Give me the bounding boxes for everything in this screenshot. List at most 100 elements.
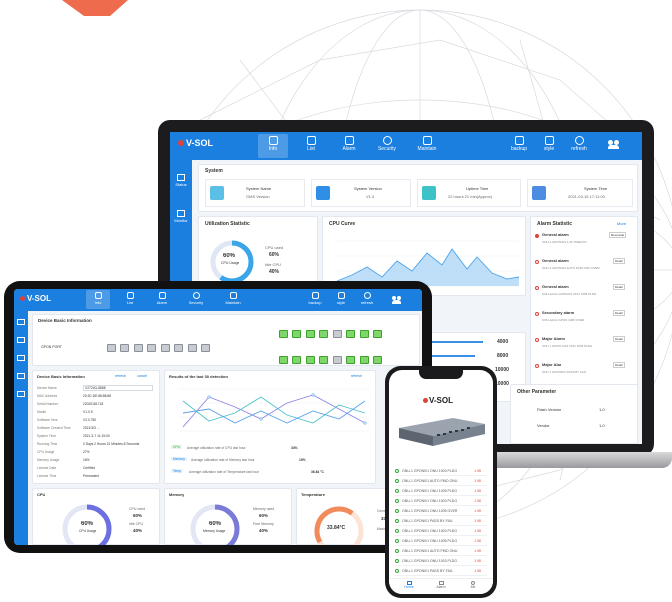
nav-list[interactable]: List [296, 134, 326, 158]
results-refresh-button[interactable]: refresh [351, 374, 362, 378]
side-settings-icon[interactable] [17, 391, 25, 397]
port-icon[interactable] [201, 344, 211, 352]
alarm-item-badge[interactable]: Detail [613, 284, 625, 290]
port-icon[interactable] [319, 330, 329, 338]
nav-style[interactable]: style [330, 290, 352, 309]
clock-icon [532, 186, 546, 200]
tablet-memory-free-label: Free Memory [253, 522, 274, 526]
results-text: Average utilization rate of Temperature … [189, 470, 260, 474]
port-icon[interactable] [319, 356, 329, 364]
alarm-item[interactable]: Secondary alarm Detail ONU admin GPON 10… [535, 309, 635, 335]
phone-list-item[interactable]: ONU-1 GPON0/1 ONU 1003 PLDG 1.98 [395, 466, 487, 476]
tab-home[interactable]: Home [399, 581, 419, 589]
phone-list-item[interactable]: ONU-1 GPON0/1 ONU 1003 PLDG 1.98 [395, 556, 487, 566]
phone-list-text: ONU-1 GPON0/1 ONU 1003 PLDG [402, 559, 458, 563]
port-icon[interactable] [187, 344, 197, 352]
port-icon[interactable] [332, 356, 342, 364]
alarm-item[interactable]: General alarm Detail ONU admin GPON/0/1 … [535, 283, 635, 309]
side-monitor[interactable]: Monitor [172, 210, 190, 223]
nav-maintain[interactable]: Maintain [218, 290, 248, 309]
phone-list-item[interactable]: ONU-1 GPON0/1 AUTO FIND ONU 1.98 [395, 546, 487, 556]
phone-list-item[interactable]: ONU-1 GPON0/1 ONU 1003 PLDG 1.98 [395, 526, 487, 536]
alarm-item-detail: ONU admin GPON/0/1 ONU 1005 PLDG [542, 292, 597, 296]
tablet-memory-card: Memory 60% Memory Usage Memory used 60% … [164, 488, 292, 545]
alarm-item[interactable]: Major Alarm Detail ONU 1 GPON 1/0/1 ONU … [535, 335, 635, 361]
users-icon[interactable] [392, 296, 402, 304]
nav-backup[interactable]: backup [304, 290, 326, 309]
nav-refresh[interactable]: refresh [356, 290, 378, 309]
alarm-item[interactable]: General alarm Reconcile ONU-1 GPON/0/1 1… [535, 231, 635, 257]
alarm-statistic-title: Alarm Statistic [537, 221, 573, 227]
cancel-button[interactable]: cancel [137, 374, 147, 378]
nav-refresh[interactable]: refresh [566, 134, 592, 158]
traffic-value: 8000 [497, 353, 509, 359]
port-icon[interactable] [346, 356, 356, 364]
info-row: Running Time 0 Days 2 Hours 31 Minutes 8 … [37, 441, 157, 449]
alarm-more-link[interactable]: More [617, 221, 626, 226]
port-icon[interactable] [359, 356, 369, 364]
port-icon[interactable] [120, 344, 130, 352]
side-status-icon[interactable] [17, 319, 25, 325]
info-row-label: MAC Address [37, 394, 58, 398]
phone-list-item[interactable]: ONU-1 GPON0/1 PASS BY FAIL 1.98 [395, 566, 487, 576]
alarm-item-badge[interactable]: Reconcile [609, 232, 627, 238]
phone-list-item[interactable]: ONU-1 GPON0/1 ONU 1005 PLDG 1.98 [395, 486, 487, 496]
side-chart-icon[interactable] [17, 373, 25, 379]
side-list-icon[interactable] [17, 355, 25, 361]
phone-list-item[interactable]: ONU-1 GPON0/1 AUTO FIND ONU 1.98 [395, 476, 487, 486]
nav-alarm[interactable]: Alarm [334, 134, 364, 158]
phone-list-value: 1.98 [474, 509, 481, 513]
nav-security[interactable]: Security [182, 290, 210, 309]
alarm-item[interactable]: General alarm Detail ONU-1 GPON/0/1 AUTO… [535, 257, 635, 283]
port-icon[interactable] [174, 344, 184, 352]
tablet-temperature-gauge [314, 506, 364, 545]
results-line: Temp Average utilization rate of Tempera… [171, 468, 371, 478]
port-icon[interactable] [160, 344, 170, 352]
alarm-item-badge[interactable]: Detail [613, 310, 625, 316]
port-icon[interactable] [305, 356, 315, 364]
phone-list-item[interactable]: ONU-1 GPON0/1 ONU 1005 PLDG 1.98 [395, 536, 487, 546]
nav-security[interactable]: Security [372, 134, 402, 158]
info-row-label: Device Name [37, 386, 57, 390]
port-icon[interactable] [292, 330, 302, 338]
port-icon[interactable] [332, 330, 342, 338]
port-icon[interactable] [147, 344, 157, 352]
side-status[interactable]: Status [172, 174, 190, 187]
port-icon[interactable] [292, 356, 302, 364]
results-value: 34% [291, 446, 298, 450]
alarm-item-badge[interactable]: Detail [613, 336, 625, 342]
alarm-item-badge[interactable]: Detail [613, 362, 625, 368]
tablet-cpu-idle-label: Idle CPU [129, 522, 144, 526]
nav-style[interactable]: style [536, 134, 562, 158]
port-icon[interactable] [279, 330, 288, 338]
users-icon[interactable] [608, 140, 620, 150]
phone-list-item[interactable]: ONU-1 GPON0/1 ONU 1003 PLDG 1.98 [395, 496, 487, 506]
side-monitor-icon[interactable] [17, 337, 25, 343]
nav-maintain[interactable]: Maintain [410, 134, 444, 158]
port-icon[interactable] [107, 344, 116, 352]
port-icon[interactable] [133, 344, 143, 352]
tab-alarm[interactable]: Alarm [431, 581, 451, 589]
port-icon[interactable] [279, 356, 288, 364]
port-icon[interactable] [346, 330, 356, 338]
device-info-card: Device Basic Information refresh cancel … [32, 370, 160, 484]
alarm-item-badge[interactable]: Detail [613, 258, 625, 264]
nav-list[interactable]: List [118, 290, 142, 309]
phone-list-item[interactable]: ONU-1 GPON0/1 ONU 1005 OVER 1.98 [395, 506, 487, 516]
tab-me[interactable]: Me [463, 581, 483, 589]
info-row-value[interactable]: V2724G-8888 [83, 385, 153, 391]
port-icon[interactable] [373, 330, 383, 338]
refresh-button[interactable]: refresh [115, 374, 126, 378]
info-row-value: 2021/3/3 ... [83, 426, 100, 430]
style-icon [337, 292, 345, 299]
port-icon[interactable] [359, 330, 369, 338]
nav-backup[interactable]: backup [506, 134, 532, 158]
nav-info[interactable]: Info [86, 290, 110, 309]
nav-backup-label: backup [308, 300, 322, 305]
nav-alarm[interactable]: Alarm [150, 290, 174, 309]
phone-list-item[interactable]: ONU-1 GPON0/1 PASS BY FAIL 1.98 [395, 516, 487, 526]
nav-info[interactable]: Info [258, 134, 288, 158]
alarm-list: General alarm Reconcile ONU-1 GPON/0/1 1… [535, 231, 635, 387]
port-icon[interactable] [305, 330, 315, 338]
port-icon[interactable] [373, 356, 383, 364]
